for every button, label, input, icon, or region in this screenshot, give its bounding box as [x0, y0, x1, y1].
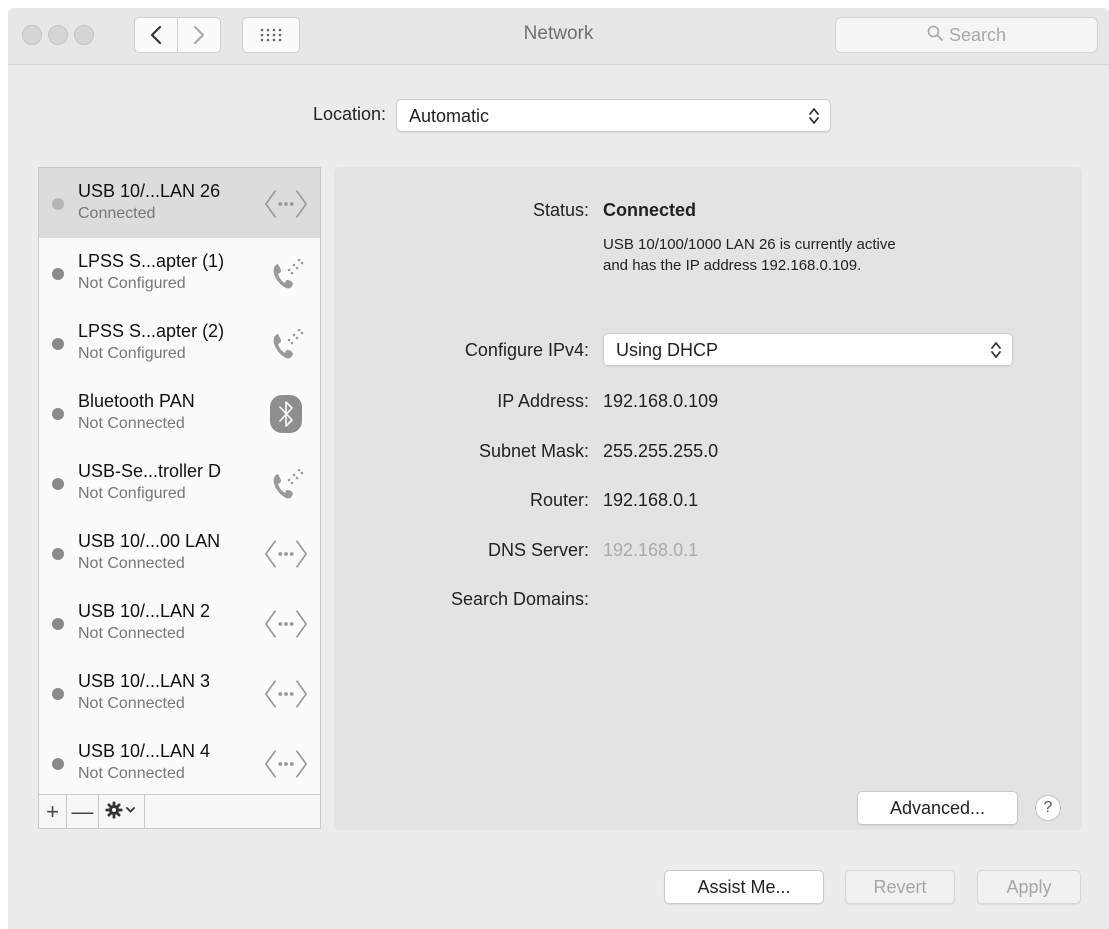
apply-button[interactable]: Apply [977, 870, 1081, 904]
subnet-mask-label: Subnet Mask: [478, 441, 589, 461]
service-state: Not Connected [78, 555, 185, 572]
search-domains-label: Search Domains: [450, 589, 589, 609]
ethernet-icon [264, 742, 308, 786]
search-placeholder: Search [948, 24, 1007, 45]
service-name: USB 10/...00 LAN [78, 531, 221, 551]
status-indicator-dot [52, 478, 64, 490]
action-menu-button[interactable] [99, 795, 145, 828]
add-service-button[interactable]: + [39, 795, 67, 828]
dns-server-value: 192.168.0.1 [603, 540, 699, 560]
modem-phone-icon [264, 322, 308, 366]
service-item[interactable]: USB-Se...troller D Not Configured [39, 448, 320, 518]
remove-service-button[interactable]: — [67, 795, 99, 828]
search-icon [927, 25, 943, 46]
service-name: Bluetooth PAN [78, 391, 195, 411]
title-bar: Network Search [8, 8, 1109, 65]
status-description-line-2: and has the IP address 192.168.0.109. [603, 257, 862, 274]
status-indicator-dot [52, 688, 64, 700]
service-state: Not Configured [78, 275, 186, 292]
ethernet-icon [264, 532, 308, 576]
status-indicator-dot [52, 408, 64, 420]
service-list: USB 10/...LAN 26 Connected LPSS S...apter … [38, 167, 321, 795]
service-name: USB 10/...LAN 2 [78, 601, 211, 621]
ethernet-icon [264, 602, 308, 646]
revert-button[interactable]: Revert [845, 870, 955, 904]
status-value: Connected [603, 200, 697, 220]
subnet-mask-value: 255.255.255.0 [603, 441, 719, 461]
modem-phone-icon [264, 252, 308, 296]
bluetooth-icon [264, 392, 308, 436]
ethernet-icon [264, 182, 308, 226]
service-state: Connected [78, 205, 156, 222]
service-state: Not Connected [78, 765, 185, 782]
service-item[interactable]: Bluetooth PAN Not Connected [39, 378, 320, 448]
service-state: Not Connected [78, 625, 185, 642]
help-button[interactable]: ? [1035, 795, 1061, 821]
updown-arrows-icon [808, 106, 820, 131]
service-list-toolbar: + — [38, 795, 321, 829]
location-label: Location: [312, 104, 386, 124]
dns-server-label: DNS Server: [487, 540, 589, 560]
network-preferences-window: Network Search Location: Automatic USB 1… [8, 8, 1109, 929]
router-value: 192.168.0.1 [603, 490, 699, 510]
status-label: Status: [532, 200, 589, 220]
service-item[interactable]: USB 10/...LAN 26 Connected [39, 168, 320, 238]
search-field[interactable]: Search [835, 17, 1098, 53]
advanced-button[interactable]: Advanced... [857, 791, 1018, 825]
service-state: Not Connected [78, 695, 185, 712]
configure-ipv4-label: Configure IPv4: [464, 340, 589, 360]
status-indicator-dot [52, 618, 64, 630]
location-select[interactable]: Automatic [396, 99, 831, 132]
service-item[interactable]: USB 10/...LAN 3 Not Connected [39, 658, 320, 728]
service-state: Not Connected [78, 415, 185, 432]
status-description-line-1: USB 10/100/1000 LAN 26 is currently acti… [603, 236, 896, 253]
service-item[interactable]: LPSS S...apter (1) Not Configured [39, 238, 320, 308]
ip-address-label: IP Address: [497, 391, 589, 411]
status-indicator-dot [52, 548, 64, 560]
modem-phone-icon [264, 462, 308, 506]
service-details-panel: Status: Connected USB 10/100/1000 LAN 26… [334, 167, 1082, 830]
ethernet-icon [264, 672, 308, 716]
router-label: Router: [529, 490, 589, 510]
assist-me-button[interactable]: Assist Me... [664, 870, 824, 904]
status-indicator-dot [52, 198, 64, 210]
service-state: Not Configured [78, 485, 186, 502]
service-name: LPSS S...apter (1) [78, 251, 225, 271]
status-indicator-dot [52, 268, 64, 280]
service-state: Not Configured [78, 345, 186, 362]
ip-address-value: 192.168.0.109 [603, 391, 719, 411]
service-name: USB-Se...troller D [78, 461, 222, 481]
service-name: LPSS S...apter (2) [78, 321, 225, 341]
service-item[interactable]: USB 10/...00 LAN Not Connected [39, 518, 320, 588]
configure-ipv4-select[interactable]: Using DHCP [603, 333, 1013, 366]
service-name: USB 10/...LAN 4 [78, 741, 211, 761]
gear-icon [105, 799, 139, 825]
configure-ipv4-value: Using DHCP [616, 340, 719, 360]
location-value: Automatic [409, 106, 490, 126]
service-name: USB 10/...LAN 26 [78, 181, 221, 201]
service-name: USB 10/...LAN 3 [78, 671, 211, 691]
service-item[interactable]: USB 10/...LAN 4 Not Connected [39, 728, 320, 794]
status-indicator-dot [52, 758, 64, 770]
service-item[interactable]: USB 10/...LAN 2 Not Connected [39, 588, 320, 658]
status-indicator-dot [52, 338, 64, 350]
service-item[interactable]: LPSS S...apter (2) Not Configured [39, 308, 320, 378]
updown-arrows-icon [990, 340, 1002, 365]
